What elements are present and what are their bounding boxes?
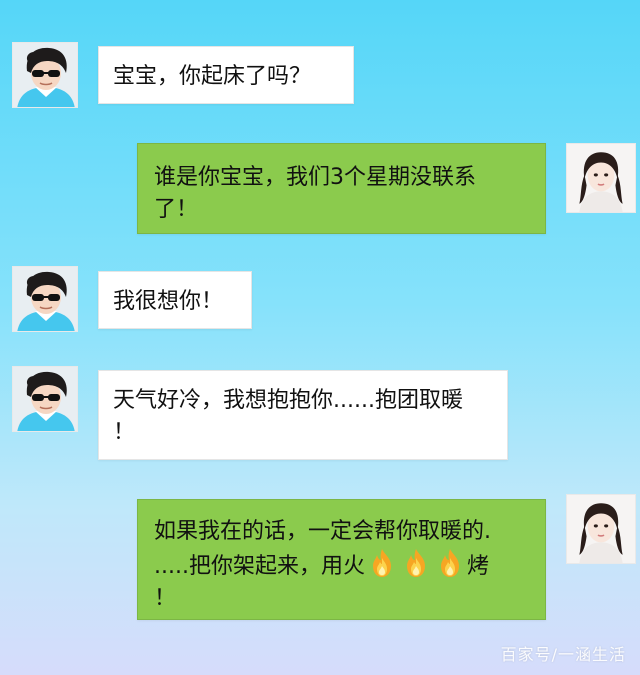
message-text: 我很想你！ xyxy=(113,289,224,314)
female-avatar[interactable] xyxy=(566,494,636,564)
fire-emoji-icon xyxy=(403,548,429,578)
male-avatar-icon xyxy=(13,43,78,108)
female-avatar-icon xyxy=(567,495,635,563)
message-bubble-outgoing[interactable]: 谁是你宝宝，我们3个星期没联系 了！ xyxy=(137,143,546,234)
message-bubble-outgoing[interactable]: 如果我在的话，一定会帮你取暖的. .....把你架起来，用火 烤 ！ xyxy=(137,499,546,620)
message-text-line: 天气好冷，我想抱抱你......抱团取暖 xyxy=(113,388,463,413)
fire-emoji-icon xyxy=(437,548,463,578)
male-avatar-icon xyxy=(13,267,78,332)
message-text-line: 谁是你宝宝，我们3个星期没联系 xyxy=(154,165,476,190)
message-text: 宝宝，你起床了吗？ xyxy=(113,64,312,89)
male-avatar[interactable] xyxy=(12,42,78,108)
male-avatar[interactable] xyxy=(12,266,78,332)
message-text-line: 如果我在的话，一定会帮你取暖的. xyxy=(154,519,491,544)
female-avatar[interactable] xyxy=(566,143,636,213)
female-avatar-icon xyxy=(567,144,635,212)
message-text-line-with-emoji: .....把你架起来，用火 烤 xyxy=(154,548,531,583)
message-text-line: 了！ xyxy=(154,197,199,222)
message-bubble-incoming[interactable]: 天气好冷，我想抱抱你......抱团取暖 ！ xyxy=(98,370,508,460)
fire-emoji-icon xyxy=(369,548,395,578)
message-text-fragment: 烤 xyxy=(466,554,489,579)
watermark: 百家号/一涵生活 xyxy=(500,645,626,664)
message-text-line: ！ xyxy=(154,586,177,611)
message-text-fragment: .....把你架起来，用火 xyxy=(154,554,365,579)
message-bubble-incoming[interactable]: 我很想你！ xyxy=(98,271,252,329)
male-avatar[interactable] xyxy=(12,366,78,432)
message-text-line: ！ xyxy=(113,420,136,445)
message-bubble-incoming[interactable]: 宝宝，你起床了吗？ xyxy=(98,46,354,104)
male-avatar-icon xyxy=(13,367,78,432)
